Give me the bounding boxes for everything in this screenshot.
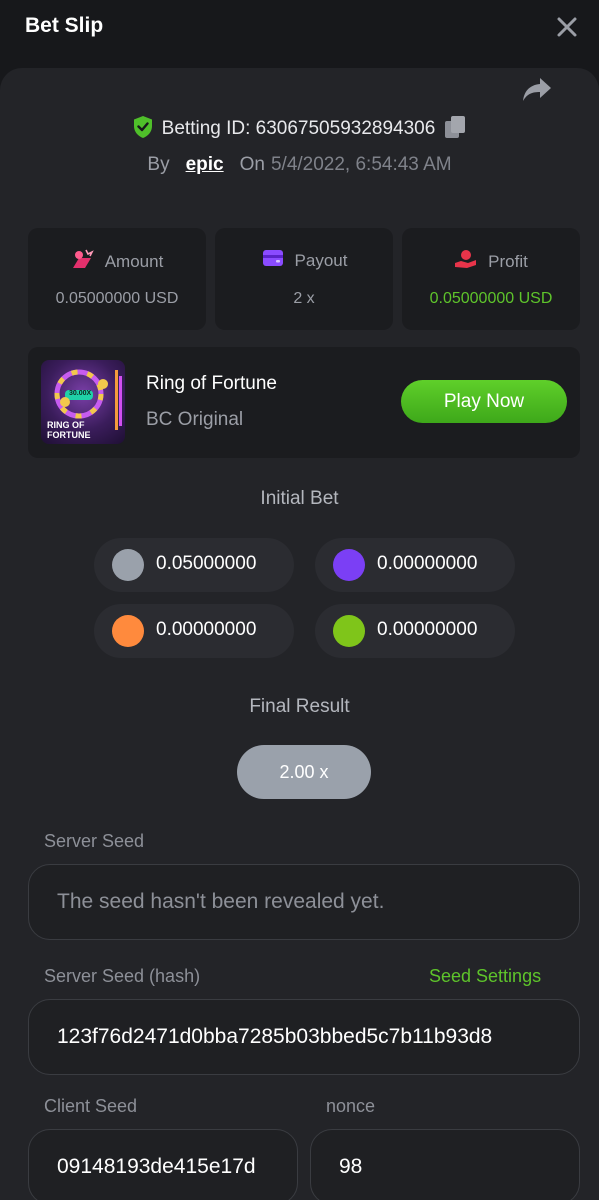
server-seed-hash-field[interactable]: 123f76d2471d0bba7285b03bbed5c7b11b93d8 xyxy=(28,999,580,1075)
share-icon[interactable] xyxy=(520,74,554,104)
payout-value: 2 x xyxy=(293,290,315,307)
bet-chip-value: 0.00000000 xyxy=(156,619,257,640)
ring-of-fortune-thumbnail[interactable]: 30.00X RING OF FORTUNE xyxy=(41,360,125,444)
nonce-field[interactable]: 98 xyxy=(310,1129,580,1200)
thumbnail-title-line1: RING OF xyxy=(47,420,85,430)
header: Bet Slip xyxy=(0,0,599,56)
nonce-value: 98 xyxy=(339,1155,363,1178)
game-name: Ring of Fortune xyxy=(146,373,277,394)
copy-icon[interactable] xyxy=(443,114,467,145)
on-label: On xyxy=(239,154,265,175)
coin-color-dot xyxy=(112,549,144,581)
thumbnail-title: RING OF FORTUNE xyxy=(47,420,91,440)
verified-shield-icon xyxy=(132,115,154,144)
betting-id: Betting ID: 63067505932894306 xyxy=(161,118,436,139)
thumbnail-title-line2: FORTUNE xyxy=(47,430,91,440)
bet-chip-value: 0.05000000 xyxy=(156,553,257,574)
betting-id-row: Betting ID: 63067505932894306 xyxy=(0,114,599,144)
username-link[interactable]: epic xyxy=(186,154,224,176)
play-now-button[interactable]: Play Now xyxy=(401,380,567,423)
coin-color-dot xyxy=(333,615,365,647)
thumbnail-multiplier: 30.00X xyxy=(69,390,92,397)
bet-chip: 0.00000000 xyxy=(315,604,515,658)
final-result-title: Final Result xyxy=(249,696,350,717)
bet-meta-row: By epic On 5/4/2022, 6:54:43 AM xyxy=(0,150,599,180)
client-seed-value: 09148193de415e17d xyxy=(57,1155,256,1178)
bet-chip-value: 0.00000000 xyxy=(377,619,478,640)
bet-date: 5/4/2022, 6:54:43 AM xyxy=(270,154,452,175)
coin-color-dot xyxy=(333,549,365,581)
server-seed-value: The seed hasn't been revealed yet. xyxy=(57,890,385,913)
close-icon[interactable] xyxy=(552,12,582,42)
profit-hand-icon xyxy=(454,248,478,275)
client-seed-field[interactable]: 09148193de415e17d xyxy=(28,1129,298,1200)
server-seed-hash-value: 123f76d2471d0bba7285b03bbed5c7b11b93d8 xyxy=(57,1025,493,1048)
bet-chip: 0.05000000 xyxy=(94,538,294,592)
game-card: 30.00X RING OF FORTUNE Ring of Fortune B… xyxy=(28,347,580,458)
wallet-icon xyxy=(261,248,285,273)
final-result-value: 2.00 x xyxy=(237,745,371,799)
payout-label: Payout xyxy=(294,250,348,270)
nonce-label: nonce xyxy=(326,1096,376,1116)
server-seed-label: Server Seed xyxy=(44,831,145,851)
seed-settings-link[interactable]: Seed Settings xyxy=(429,966,541,987)
bet-chip: 0.00000000 xyxy=(315,538,515,592)
client-seed-label: Client Seed xyxy=(44,1096,138,1116)
profit-value: 0.05000000 USD xyxy=(429,290,553,307)
profit-label: Profit xyxy=(488,251,528,271)
profit-card: Profit 0.05000000 USD xyxy=(402,228,580,330)
amount-card: Amount 0.05000000 USD xyxy=(28,228,206,330)
by-label: By xyxy=(147,154,170,175)
server-seed-field[interactable]: The seed hasn't been revealed yet. xyxy=(28,864,580,940)
game-provider: BC Original xyxy=(146,409,244,430)
amount-value: 0.05000000 USD xyxy=(55,290,179,307)
bet-chip: 0.00000000 xyxy=(94,604,294,658)
payout-card: Payout 2 x xyxy=(215,228,393,330)
initial-bet-title: Initial Bet xyxy=(260,488,339,509)
bet-chip-value: 0.00000000 xyxy=(377,553,478,574)
amount-label: Amount xyxy=(104,251,164,271)
coin-color-dot xyxy=(112,615,144,647)
amount-icon xyxy=(71,248,95,275)
page-title: Bet Slip xyxy=(25,14,104,37)
server-seed-hash-label: Server Seed (hash) xyxy=(44,966,201,986)
